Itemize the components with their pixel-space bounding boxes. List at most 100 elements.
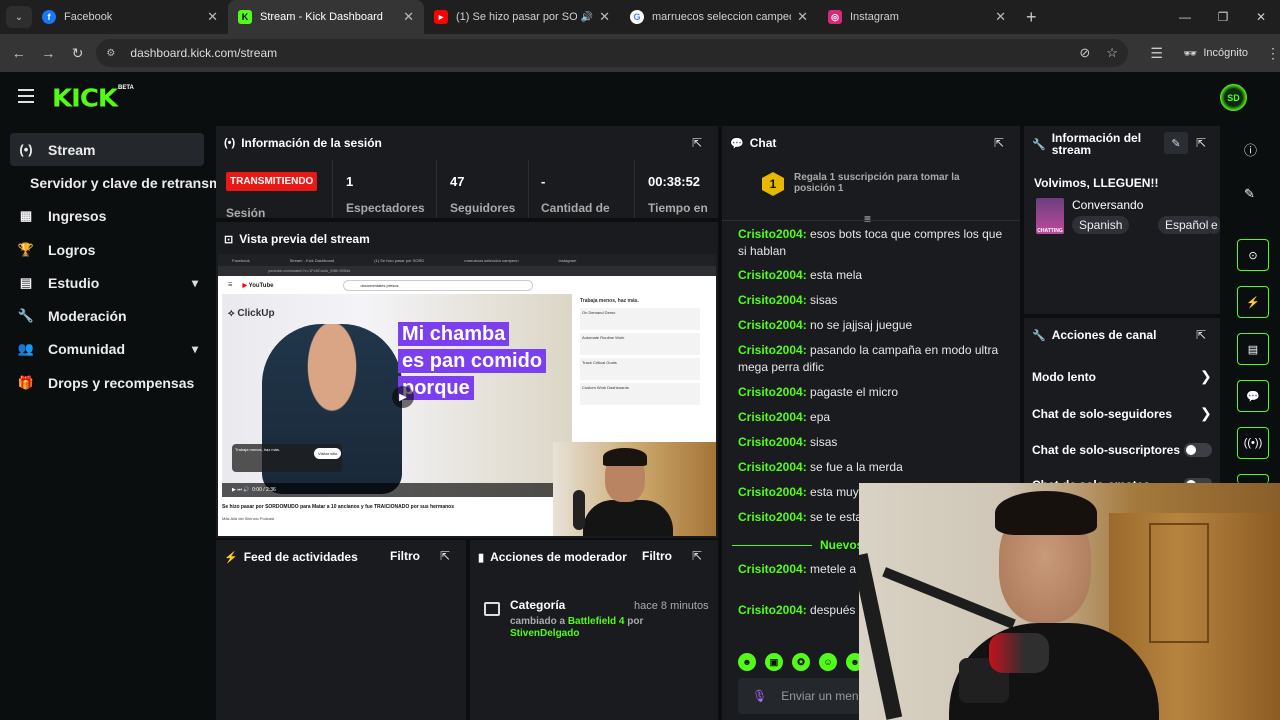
chat-username[interactable]: Crisito2004: bbox=[738, 562, 807, 576]
tab-title: Facebook bbox=[64, 11, 113, 23]
filter-button[interactable]: Filtro bbox=[642, 549, 672, 563]
tab-google[interactable]: G marruecos seleccion campeona ✕ bbox=[620, 0, 818, 34]
chat-username[interactable]: Crisito2004: bbox=[738, 227, 807, 241]
bolt-icon: ⚡ bbox=[224, 551, 238, 564]
edit-button[interactable]: ✎ bbox=[1164, 132, 1188, 154]
forward-icon[interactable]: → bbox=[33, 45, 62, 61]
tab-kick-dashboard[interactable]: K Stream - Kick Dashboard ✕ bbox=[228, 0, 424, 34]
restore-icon[interactable]: ❐ bbox=[1204, 10, 1242, 24]
pencil-icon[interactable]: ✎ bbox=[1244, 186, 1255, 202]
tag-badge[interactable]: Español bbox=[1158, 216, 1216, 234]
url-input[interactable]: ⚙ dashboard.kick.com/stream ⊘ ☆ bbox=[96, 39, 1128, 67]
emote-icon[interactable]: ✪ bbox=[792, 653, 810, 671]
sidebar-item-moderacion[interactable]: 🔧 Moderación bbox=[10, 299, 204, 332]
user-link[interactable]: StivenDelgado bbox=[510, 628, 579, 639]
bolt-button[interactable]: ⚡ bbox=[1237, 286, 1269, 318]
sidebar-item-drops[interactable]: 🎁 Drops y recompensas bbox=[10, 366, 204, 399]
category-thumbnail: CHATTING bbox=[1036, 198, 1064, 234]
chat-username[interactable]: Crisito2004: bbox=[738, 268, 807, 282]
broadcast-button[interactable]: ((•)) bbox=[1237, 427, 1269, 459]
chat-username[interactable]: Crisito2004: bbox=[738, 318, 807, 332]
chat-button[interactable]: 💬 bbox=[1237, 380, 1269, 412]
back-icon[interactable]: ← bbox=[4, 45, 33, 61]
stream-preview-video[interactable]: Facebook Stream - Kick Dashboard (1) Se … bbox=[218, 254, 716, 536]
popout-icon[interactable]: ⇱ bbox=[692, 136, 702, 150]
sidebar-item-estudio[interactable]: ▤ Estudio ▾ bbox=[10, 266, 204, 299]
tab-youtube[interactable]: ▶ (1) Se hizo pasar por SORD 🔊 ✕ bbox=[424, 0, 620, 34]
emote-icon[interactable]: ☺ bbox=[819, 653, 837, 671]
tab-title: marruecos seleccion campeona bbox=[652, 11, 791, 23]
slow-mode-row[interactable]: Modo lento bbox=[1032, 370, 1212, 384]
chevron-right-icon[interactable]: ❯ bbox=[1200, 405, 1212, 422]
popout-icon[interactable]: ⇱ bbox=[1196, 136, 1206, 150]
close-tab-icon[interactable]: ✕ bbox=[797, 9, 808, 25]
info-icon[interactable]: ⓘ bbox=[1244, 140, 1257, 159]
star-icon[interactable]: ☆ bbox=[1106, 45, 1118, 61]
kick-logo[interactable]: KICK bbox=[52, 85, 118, 114]
filter-button[interactable]: Filtro bbox=[390, 549, 420, 563]
chat-username[interactable]: Crisito2004: bbox=[738, 343, 807, 357]
close-tab-icon[interactable]: ✕ bbox=[995, 9, 1006, 25]
tag-badge[interactable]: Spanish bbox=[1072, 216, 1130, 234]
stream-preview-title: ⊡ Vista previa del stream bbox=[224, 232, 370, 246]
menu-icon[interactable] bbox=[18, 89, 34, 103]
chat-username[interactable]: Crisito2004: bbox=[738, 410, 807, 424]
tab-search-icon[interactable]: ☰ bbox=[1142, 45, 1171, 62]
popout-icon[interactable]: ⇱ bbox=[692, 549, 702, 563]
bars-icon: ▦ bbox=[19, 207, 33, 223]
subscribers-only-toggle[interactable] bbox=[1184, 443, 1212, 457]
emote-icon[interactable]: ▣ bbox=[765, 653, 783, 671]
microphone-icon[interactable]: 🎙 bbox=[752, 689, 767, 703]
preview-tab: Stream - Kick Dashboard bbox=[289, 257, 335, 263]
close-tab-icon[interactable]: ✕ bbox=[207, 9, 218, 25]
tab-search-button[interactable]: ⌄ bbox=[6, 6, 32, 28]
close-tab-icon[interactable]: ✕ bbox=[599, 9, 610, 25]
popout-icon[interactable]: ⇱ bbox=[440, 549, 450, 563]
speaker-icon[interactable]: 🔊 bbox=[581, 12, 593, 23]
chat-username[interactable]: Crisito2004: bbox=[738, 510, 807, 524]
game-link[interactable]: Battlefield 4 bbox=[568, 616, 625, 627]
incognito-indicator[interactable]: 🕶 Incógnito bbox=[1183, 47, 1248, 60]
site-info-icon[interactable]: ⚙ bbox=[106, 48, 120, 59]
preview-sidebar: Trabaja menos, haz más. On Demand Demo A… bbox=[580, 294, 700, 444]
tab-facebook[interactable]: f Facebook ✕ bbox=[32, 0, 228, 34]
sidebar-item-comunidad[interactable]: 👥 Comunidad ▾ bbox=[10, 332, 204, 365]
chat-username[interactable]: Crisito2004: bbox=[738, 435, 807, 449]
minimize-icon[interactable]: — bbox=[1166, 10, 1204, 24]
close-window-icon[interactable]: ✕ bbox=[1242, 10, 1280, 24]
chevron-right-icon[interactable]: ❯ bbox=[1200, 368, 1212, 385]
ad-text: Trabaja menos, haz más. bbox=[235, 447, 280, 452]
chat-username[interactable]: Crisito2004: bbox=[738, 293, 807, 307]
sub-gift-promo[interactable]: 1 Regala 1 suscripción para tomar la pos… bbox=[762, 172, 974, 196]
pinned-toggle-icon[interactable]: ≡ bbox=[864, 212, 871, 226]
reload-icon[interactable]: ↻ bbox=[63, 45, 92, 62]
tab-instagram[interactable]: ◎ Instagram ✕ bbox=[818, 0, 1016, 34]
chevron-down-icon[interactable]: ▾ bbox=[192, 276, 198, 290]
chat-username[interactable]: Crisito2004: bbox=[738, 485, 807, 499]
eye-off-icon[interactable]: ⊘ bbox=[1079, 45, 1090, 61]
avatar[interactable]: SD bbox=[1220, 84, 1247, 111]
popout-icon[interactable]: ⇱ bbox=[994, 136, 1004, 150]
chat-input[interactable]: 🎙 Enviar un men bbox=[738, 678, 878, 714]
chat-username[interactable]: Crisito2004: bbox=[738, 460, 807, 474]
followers-only-row[interactable]: Chat de solo-seguidores bbox=[1032, 407, 1212, 421]
sidebar-item-ingresos[interactable]: ▦ Ingresos bbox=[10, 199, 204, 232]
popout-icon[interactable]: ⇱ bbox=[1196, 328, 1206, 342]
side-item: On Demand Demo bbox=[580, 308, 700, 330]
new-tab-button[interactable]: + bbox=[1026, 7, 1037, 28]
stat-amount: - Cantidad de bbox=[528, 160, 634, 218]
close-tab-icon[interactable]: ✕ bbox=[403, 9, 414, 25]
browser-menu-icon[interactable]: ⋮ bbox=[1266, 45, 1280, 62]
chat-username[interactable]: Crisito2004: bbox=[738, 603, 807, 617]
camera-button[interactable]: ⊙ bbox=[1237, 239, 1269, 271]
chat-username[interactable]: Crisito2004: bbox=[738, 385, 807, 399]
document-button[interactable]: ▤ bbox=[1237, 333, 1269, 365]
sidebar-item-stream[interactable]: (•) Stream bbox=[10, 133, 204, 166]
chevron-down-icon[interactable]: ▾ bbox=[192, 342, 198, 356]
sidebar-item-server-key[interactable]: Servidor y clave de retransm bbox=[30, 175, 221, 191]
emote-icon[interactable]: ☻ bbox=[738, 653, 756, 671]
sidebar-item-logros[interactable]: 🏆 Logros bbox=[10, 233, 204, 266]
category-name[interactable]: Conversando bbox=[1072, 198, 1143, 212]
trophy-icon: 🏆 bbox=[17, 241, 35, 257]
tag-badge[interactable]: e bbox=[1208, 216, 1220, 234]
